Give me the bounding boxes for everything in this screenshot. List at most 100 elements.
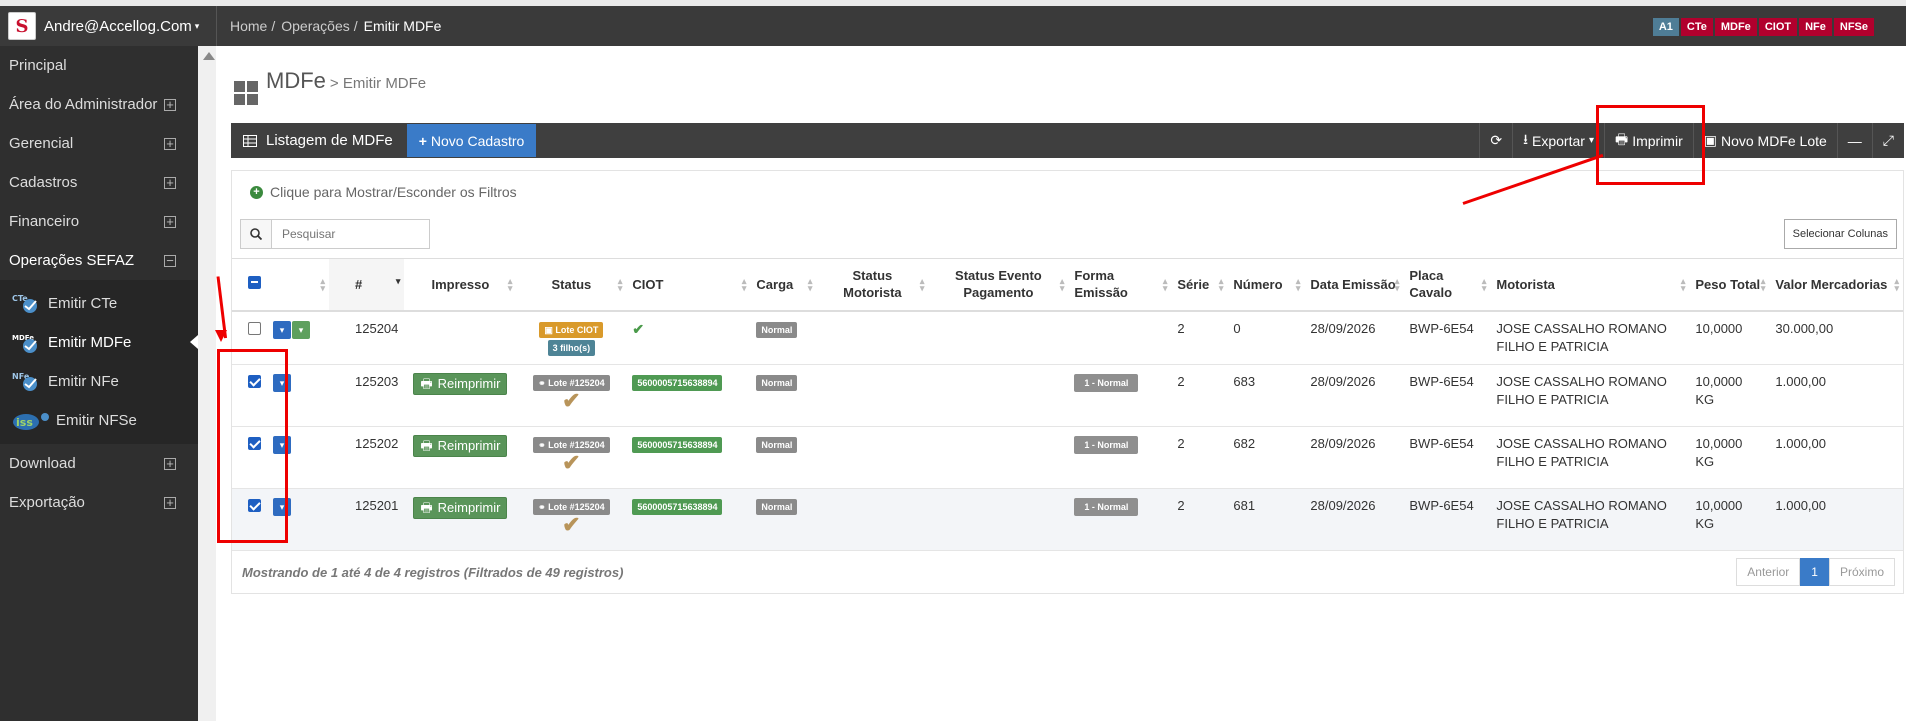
page-title-main: MDFe — [266, 68, 326, 93]
reimprimir-label: Reimprimir — [437, 500, 501, 515]
sidebar-item-operacoes-sefaz[interactable]: Operações SEFAZ − — [0, 241, 198, 280]
header-serie[interactable]: Série ▴ ▾ — [1171, 258, 1228, 312]
sidebar-item-label: Emitir NFSe — [56, 412, 137, 429]
app-logo: S — [8, 12, 36, 40]
status-badge-label: Lote CIOT — [555, 324, 599, 335]
row-dropdown-button[interactable]: ▾ — [273, 320, 291, 339]
minimize-button[interactable]: — — [1836, 123, 1872, 158]
header-placa-cavalo[interactable]: Placa Cavalo ▴ ▾ — [1403, 258, 1491, 312]
header-data-emissao[interactable]: Data Emissão ▴ ▾ — [1304, 258, 1404, 312]
sidebar-submenu: CTe Emitir CTe MDFe Emitir MDFe NFe Emit… — [0, 280, 198, 444]
row-ciot: ✔ — [626, 310, 751, 365]
collapse-icon: − — [164, 254, 176, 267]
expand-icon: + — [164, 496, 176, 509]
table-row[interactable]: ▾ ▾ 125204 ▣ Lote CIOT 3 filho(s) ✔ Norma… — [232, 310, 1903, 365]
row-impresso — [404, 310, 517, 365]
pagination-prev[interactable]: Anterior — [1736, 558, 1801, 586]
table-row[interactable]: ▾ 125202 🖶 Reimprimir ⚭ Lote #125204 ✔ 560… — [232, 426, 1903, 489]
exportar-button[interactable]: ⭳ Exportar ▾ — [1512, 123, 1604, 158]
badge-ciot[interactable]: CIOT — [1758, 18, 1798, 36]
badge-cte[interactable]: CTe — [1680, 18, 1713, 36]
reimprimir-button[interactable]: 🖶 Reimprimir — [413, 497, 508, 519]
row-impresso: 🖶 Reimprimir — [404, 364, 517, 427]
header-numero[interactable]: Número ▴ ▾ — [1227, 258, 1305, 312]
breadcrumb-current: Emitir MDFe — [363, 18, 442, 34]
minus-icon: — — [1847, 132, 1862, 149]
reimprimir-button[interactable]: 🖶 Reimprimir — [413, 435, 508, 457]
lote-icon: ▣ — [1703, 132, 1717, 148]
select-all-checkbox[interactable] — [248, 275, 261, 289]
row-serie: 2 — [1171, 426, 1228, 489]
table-header-row: ▴ ▾ # ▾ Impresso ▴ ▾ Status ▴ ▾ CIOT ▴ ▾ Carga ▴ ▾… — [232, 258, 1903, 312]
sidebar-item-cadastros[interactable]: Cadastros + — [0, 163, 198, 202]
carga-badge: Normal — [756, 499, 798, 515]
user-name: Andre@Accellog.Com — [44, 17, 192, 35]
table-row[interactable]: ▾ 125203 🖶 Reimprimir ⚭ Lote #125204 ✔ 560… — [232, 364, 1903, 427]
header-label: Número — [1233, 276, 1283, 292]
sidebar-item-exportacao[interactable]: Exportação + — [0, 483, 198, 522]
row-motorista: JOSE CASSALHO ROMANO FILHO E PATRICIA — [1490, 488, 1690, 551]
plus-icon: + — [418, 132, 427, 149]
children-badge[interactable]: 3 filho(s) — [547, 339, 596, 356]
row-forma-emissao — [1068, 310, 1172, 365]
badge-mdfe[interactable]: MDFe — [1714, 18, 1757, 36]
header-status-motorista[interactable]: Status Motorista ▴ ▾ — [816, 258, 929, 312]
sidebar-item-emitir-mdfe[interactable]: MDFe Emitir MDFe — [0, 323, 198, 362]
search-button[interactable] — [240, 219, 272, 249]
header-id[interactable]: # ▾ — [329, 258, 405, 312]
scroll-up-arrow-icon[interactable] — [203, 52, 215, 60]
row-checkbox[interactable] — [248, 321, 261, 335]
sidebar-item-download[interactable]: Download + — [0, 444, 198, 483]
badge-a1[interactable]: A1 — [1652, 18, 1679, 36]
sidebar-item-emitir-nfse[interactable]: iss Emitir NFSe — [0, 401, 198, 440]
novo-cadastro-button[interactable]: + Novo Cadastro — [406, 124, 537, 157]
sidebar-item-emitir-cte[interactable]: CTe Emitir CTe — [0, 284, 198, 323]
novo-mdfe-lote-button[interactable]: ▣ Novo MDFe Lote — [1692, 123, 1837, 158]
row-motorista: JOSE CASSALHO ROMANO FILHO E PATRICIA — [1490, 310, 1690, 365]
row-data: 28/09/2026 — [1304, 364, 1404, 427]
header-impresso[interactable]: Impresso ▴ ▾ — [404, 258, 517, 312]
chevron-down-icon: ▾ — [194, 20, 200, 31]
sidebar-item-gerencial[interactable]: Gerencial + — [0, 124, 198, 163]
sidebar-item-principal[interactable]: Principal — [0, 46, 198, 85]
badge-nfe[interactable]: NFe — [1799, 18, 1832, 36]
pagination-next[interactable]: Próximo — [1828, 558, 1895, 586]
table-row[interactable]: ▾ 125201 🖶 Reimprimir ⚭ Lote #125204 ✔ 560… — [232, 488, 1903, 551]
lote-link-label: Lote #125204 — [548, 378, 605, 388]
header-peso-total[interactable]: Peso Total ▴ ▾ — [1689, 258, 1770, 312]
badge-nfse[interactable]: NFSe — [1833, 18, 1874, 36]
mdfe-table: ▴ ▾ # ▾ Impresso ▴ ▾ Status ▴ ▾ CIOT ▴ ▾ Carga ▴ ▾… — [232, 258, 1903, 551]
row-children-dropdown-button[interactable]: ▾ — [292, 320, 310, 339]
search-input[interactable] — [272, 219, 430, 249]
header-ciot[interactable]: CIOT ▴ ▾ — [626, 258, 751, 312]
row-status-motorista — [816, 488, 929, 551]
row-data: 28/09/2026 — [1304, 310, 1404, 365]
filter-toggle[interactable]: + Clique para Mostrar/Esconder os Filtro… — [250, 184, 517, 200]
breadcrumb-home[interactable]: Home — [230, 18, 267, 34]
header-select-all[interactable] — [232, 258, 267, 312]
header-carga[interactable]: Carga ▴ ▾ — [750, 258, 817, 312]
header-status[interactable]: Status ▴ ▾ — [516, 258, 627, 312]
scrollbar[interactable] — [198, 46, 216, 721]
header-valor-mercadorias[interactable]: Valor Mercadorias ▴ ▾ — [1769, 258, 1903, 312]
row-ciot: 5600005715638894 — [626, 364, 751, 427]
sidebar-item-label: Gerencial — [9, 135, 74, 152]
row-valor: 30.000,00 — [1769, 310, 1903, 365]
header-motorista[interactable]: Motorista ▴ ▾ — [1490, 258, 1690, 312]
lote-icon: ▣ — [544, 324, 556, 335]
header-status-evento[interactable]: Status Evento Pagamento ▴ ▾ — [928, 258, 1069, 312]
header-forma-emissao[interactable]: Forma Emissão ▴ ▾ — [1068, 258, 1172, 312]
reimprimir-button[interactable]: 🖶 Reimprimir — [413, 373, 508, 395]
select-columns-button[interactable]: Selecionar Colunas — [1783, 219, 1897, 249]
sidebar-item-emitir-nfe[interactable]: NFe Emitir NFe — [0, 362, 198, 401]
reimprimir-label: Reimprimir — [437, 376, 501, 391]
breadcrumb-operacoes[interactable]: Operações — [281, 18, 349, 34]
fullscreen-button[interactable]: ⤢ — [1871, 123, 1904, 158]
row-serie: 2 — [1171, 488, 1228, 551]
sidebar-item-administrador[interactable]: Área do Administrador + — [0, 85, 198, 124]
sidebar-item-financeiro[interactable]: Financeiro + — [0, 202, 198, 241]
pagination-page[interactable]: 1 — [1800, 558, 1829, 586]
check-icon: ✔ — [562, 450, 581, 475]
user-menu[interactable]: S Andre@Accellog.Com ▾ — [0, 6, 216, 46]
refresh-button[interactable]: ⟳ — [1479, 123, 1512, 158]
